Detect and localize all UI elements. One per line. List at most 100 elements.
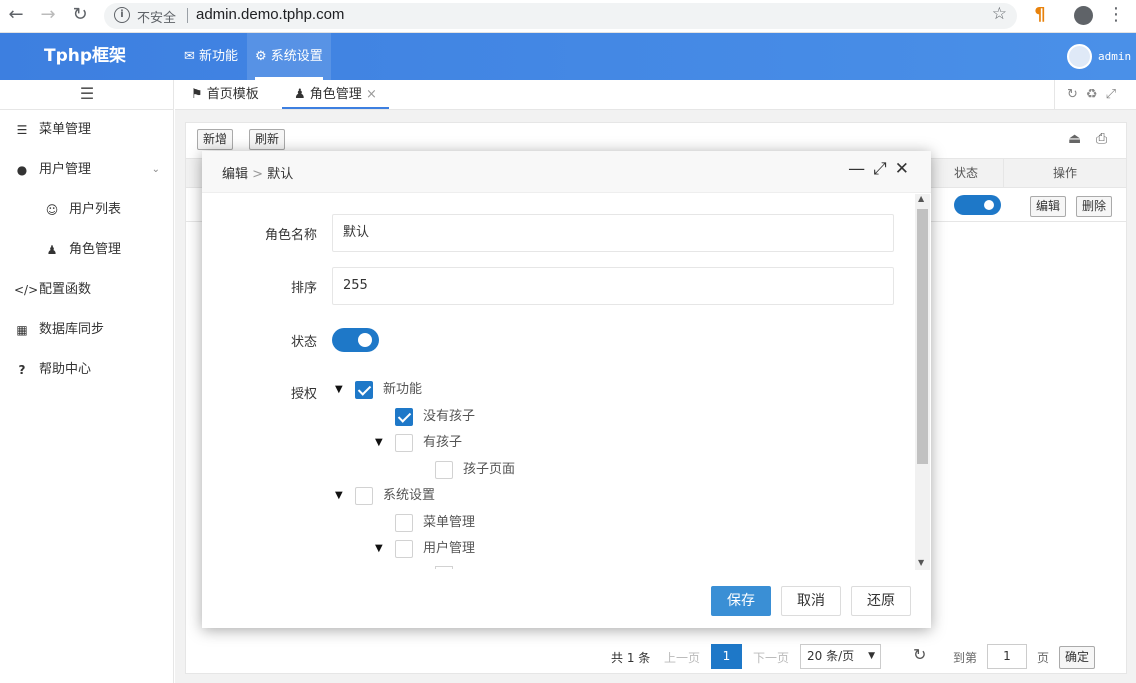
export-icon[interactable]: ⏏: [1068, 131, 1081, 147]
refresh-icon[interactable]: ↻: [1067, 87, 1086, 102]
reset-button[interactable]: 还原: [851, 586, 911, 616]
nav-system-settings[interactable]: ⚙ 系统设置: [247, 33, 331, 80]
role-name-label: 角色名称: [264, 228, 317, 243]
breadcrumb-current: 默认: [267, 167, 294, 182]
save-button[interactable]: 保存: [711, 586, 771, 616]
tab-tools: ↻♻⤢: [1054, 80, 1136, 109]
sidebar-item-help-center[interactable]: ? 帮助中心: [0, 350, 174, 390]
pagination: 共 1 条 上一页 1 下一页 20 条/页 ▼ ↻ 到第 1 页 确定: [186, 643, 1126, 673]
tree-node-label: 没有孩子: [423, 409, 476, 424]
refresh-icon[interactable]: ↻: [913, 645, 926, 664]
sort-input[interactable]: 255: [332, 267, 894, 305]
goto-label: 到第: [953, 651, 978, 665]
reload-icon[interactable]: ↻: [68, 0, 92, 30]
minimize-icon[interactable]: —: [848, 159, 873, 179]
goto-confirm-button[interactable]: 确定: [1059, 646, 1096, 669]
sidebar-item-database-sync[interactable]: ▦ 数据库同步: [0, 310, 174, 350]
delete-button[interactable]: 删除: [1076, 196, 1113, 217]
browser-toolbar: ← → ↻ i 不安全 admin.demo.tphp.com ☆ ¶ ⋮: [0, 0, 1136, 33]
recycle-icon[interactable]: ♻: [1086, 87, 1106, 102]
role-name-input[interactable]: 默认: [332, 214, 894, 252]
sidebar-item-role-management[interactable]: ♟ 角色管理: [0, 230, 174, 270]
dialog-controls: —⤢✕: [848, 159, 917, 179]
tab-close-icon[interactable]: ×: [366, 87, 377, 102]
dialog-breadcrumb: 编辑 > 默认: [222, 163, 293, 182]
address-separator: [187, 8, 188, 23]
envelope-open-icon: ✉: [184, 49, 195, 64]
menu-icon: ☰: [16, 123, 28, 137]
dropdown-arrow-icon: ▼: [868, 651, 875, 661]
tab-home-template[interactable]: ⚑ 首页模板: [179, 80, 271, 109]
edit-button[interactable]: 编辑: [1030, 196, 1067, 217]
caret-down-icon[interactable]: ▼: [335, 377, 343, 403]
nav-new-feature[interactable]: ✉ 新功能: [176, 33, 246, 80]
tab-bar: ⚑ 首页模板 ♟ 角色管理 × ↻♻⤢: [175, 80, 1136, 110]
app-header: Tphp框架 ✉ 新功能 ⚙ 系统设置 admin: [0, 33, 1136, 80]
info-icon[interactable]: i: [114, 7, 130, 23]
scrollbar-thumb[interactable]: [917, 209, 928, 464]
column-actions: 操作: [1003, 159, 1126, 188]
sidebar-item-label: 菜单管理: [39, 122, 92, 137]
dialog-header: 编辑 > 默认 —⤢✕: [202, 151, 931, 193]
sidebar-item-user-list[interactable]: ☺ 用户列表: [0, 190, 174, 230]
current-page[interactable]: 1: [711, 644, 742, 669]
profile-icon[interactable]: [1074, 6, 1093, 25]
insecure-label: 不安全: [137, 11, 177, 26]
url-text[interactable]: admin.demo.tphp.com: [196, 6, 344, 23]
tree-node-label: 系统设置: [383, 488, 436, 503]
next-page[interactable]: 下一页: [753, 649, 789, 666]
address-bar[interactable]: i 不安全 admin.demo.tphp.com ☆: [104, 3, 1017, 29]
sidebar-item-label: 帮助中心: [39, 362, 92, 377]
tree-checkbox[interactable]: [395, 540, 413, 558]
breadcrumb-edit: 编辑: [222, 167, 249, 182]
tree-checkbox[interactable]: [435, 461, 453, 479]
sidebar-toggle-icon[interactable]: ☰: [0, 80, 174, 110]
tree-checkbox[interactable]: [395, 434, 413, 452]
fullscreen-icon[interactable]: ⤢: [1106, 87, 1124, 102]
bookmark-star-icon[interactable]: ☆: [992, 4, 1007, 24]
username[interactable]: admin: [1098, 50, 1131, 63]
tree-checkbox[interactable]: [355, 381, 373, 399]
sidebar-item-menu-management[interactable]: ☰ 菜单管理: [0, 110, 174, 150]
browser-menu-icon[interactable]: ⋮: [1104, 0, 1128, 30]
user-icon: ●: [16, 163, 28, 177]
goto-page-input[interactable]: 1: [987, 644, 1027, 669]
caret-down-icon[interactable]: ▼: [335, 483, 343, 509]
add-button[interactable]: 新增: [197, 129, 234, 150]
refresh-button[interactable]: 刷新: [249, 129, 286, 150]
sidebar-item-label: 用户列表: [69, 202, 122, 217]
dialog-scrollbar[interactable]: ▲ ▼: [915, 194, 930, 570]
scroll-up-icon[interactable]: ▲: [918, 194, 924, 203]
status-toggle[interactable]: [954, 195, 1001, 215]
per-page-select[interactable]: 20 条/页 ▼: [800, 644, 881, 669]
page-unit-label: 页: [1037, 651, 1050, 665]
extension-icon[interactable]: ¶: [1028, 0, 1052, 30]
caret-down-icon[interactable]: ▼: [375, 536, 383, 562]
maximize-icon[interactable]: ⤢: [873, 159, 895, 179]
back-icon[interactable]: ←: [4, 0, 28, 30]
tree-checkbox[interactable]: [395, 514, 413, 532]
tree-checkbox[interactable]: [395, 408, 413, 426]
close-icon[interactable]: ✕: [895, 159, 917, 179]
sidebar-item-label: 配置函数: [39, 282, 92, 297]
sidebar-item-label: 用户管理: [39, 162, 92, 177]
print-icon[interactable]: ⎙: [1096, 131, 1107, 147]
sidebar-item-label: 角色管理: [69, 242, 122, 257]
prev-page[interactable]: 上一页: [664, 649, 700, 666]
sidebar-item-user-management[interactable]: ● 用户管理 ⌄: [0, 150, 174, 190]
app-logo[interactable]: Tphp框架: [0, 33, 170, 80]
avatar[interactable]: [1067, 44, 1092, 69]
status-label: 状态: [290, 335, 317, 350]
scroll-down-icon[interactable]: ▼: [918, 558, 924, 567]
sidebar-item-config-functions[interactable]: </> 配置函数: [0, 270, 174, 310]
forward-icon[interactable]: →: [36, 0, 60, 30]
tree-checkbox-partial[interactable]: [435, 566, 453, 569]
caret-down-icon[interactable]: ▼: [375, 430, 383, 456]
permission-tree: ▼ 新功能 没有孩子 ▼ 有孩子 孩子页面 ▼ 系统设置 菜单管理 ▼ 用户管理: [335, 377, 905, 569]
tab-role-management[interactable]: ♟ 角色管理 ×: [282, 80, 389, 109]
tree-checkbox[interactable]: [355, 487, 373, 505]
status-toggle[interactable]: [332, 328, 379, 352]
tree-node-label: 用户管理: [423, 541, 476, 556]
nav-label: 系统设置: [270, 49, 323, 64]
cancel-button[interactable]: 取消: [781, 586, 841, 616]
